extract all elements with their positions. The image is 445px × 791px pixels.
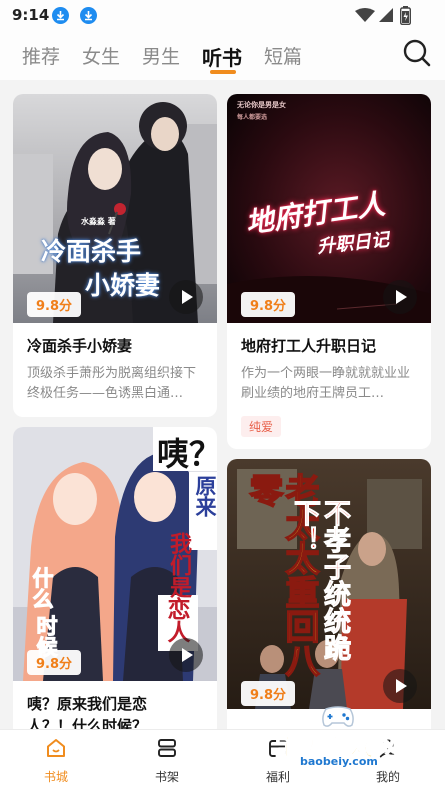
download-icon	[52, 7, 69, 24]
watermark: 宝贝游戏网 baobeiy.com	[270, 727, 440, 771]
status-time: 9:14	[12, 6, 50, 24]
cover-text: 我们是	[166, 532, 192, 598]
cover-text: 原来	[193, 475, 217, 517]
tab-recommend[interactable]: 推荐	[22, 42, 60, 69]
cover-text: 恋人	[163, 597, 190, 643]
book-title[interactable]: 地府打工人升职日记	[241, 335, 376, 356]
status-bar: 9:14	[0, 0, 445, 30]
gamepad-icon	[322, 706, 354, 727]
home-icon	[47, 739, 65, 757]
book-grid: 水淼淼 著 冷面杀手 小娇妻 9.8分 冷面杀手小娇妻 顶级杀手萧彤为脱离组织接…	[0, 80, 445, 729]
nav-label: 书架	[154, 770, 179, 784]
book-title[interactable]: 冷面杀手小娇妻	[27, 335, 132, 356]
nav-label: 书城	[43, 770, 68, 784]
book-card[interactable]: 老太太重回八零 不孝子统统跪下！ 9.8分	[227, 459, 431, 729]
play-button[interactable]	[383, 280, 417, 314]
play-button[interactable]	[169, 638, 203, 672]
tab-short-stories[interactable]: 短篇	[264, 42, 302, 69]
cover-sub-text: 每人都要选	[237, 114, 268, 121]
rating-badge: 9.8分	[27, 650, 82, 675]
battery-icon	[400, 6, 411, 25]
tab-audiobook[interactable]: 听书	[202, 42, 242, 71]
wifi-icon	[355, 8, 375, 22]
cover-text: 不孝子统统跪下！	[289, 499, 351, 662]
cover-author-text: 水淼淼 著	[81, 216, 116, 226]
download-icon	[80, 7, 97, 24]
rating-badge: 9.8分	[241, 681, 296, 706]
book-card[interactable]: 无论你是男是女 每人都要选 地府打工人 升职日记 9.8分 地府打工人升职日记 …	[227, 94, 431, 449]
cover-top-text: 无论你是男是女	[237, 100, 286, 109]
rating-badge: 9.8分	[27, 292, 82, 317]
bookshelf-icon	[158, 739, 176, 757]
watermark-url: baobeiy.com	[300, 755, 378, 768]
cover-title-text: 小娇妻	[85, 271, 161, 300]
book-card[interactable]: 咦？ 原来 我们是 恋人 什么 时候 9.8分 咦？原来我们是恋人？！什么时候？	[13, 427, 217, 729]
book-card[interactable]: 水淼淼 著 冷面杀手 小娇妻 9.8分 冷面杀手小娇妻 顶级杀手萧彤为脱离组织接…	[13, 94, 217, 417]
rating-badge: 9.8分	[241, 292, 296, 317]
signal-icon	[379, 8, 393, 22]
nav-bookstore[interactable]: 书城	[26, 730, 86, 791]
nav-bookshelf[interactable]: 书架	[137, 730, 197, 791]
book-title[interactable]: 咦？原来我们是恋人？！什么时候？	[27, 693, 177, 729]
play-button[interactable]	[383, 669, 417, 703]
cover-title-text: 冷面杀手	[41, 237, 142, 266]
search-icon[interactable]	[402, 38, 432, 68]
cover-text: 咦？	[157, 435, 217, 473]
genre-tag: 纯爱	[241, 416, 282, 437]
cover-text: 什么	[30, 567, 56, 610]
book-description: 顶级杀手萧彤为脱离组织接下终极任务——色诱黑白通…	[27, 366, 197, 401]
active-tab-indicator	[210, 70, 236, 74]
tab-male[interactable]: 男生	[142, 42, 180, 69]
play-button[interactable]	[169, 280, 203, 314]
tab-female[interactable]: 女生	[82, 42, 120, 69]
book-description: 作为一个两眼一睁就就就业业刷业绩的地府王牌员工…	[241, 366, 411, 401]
